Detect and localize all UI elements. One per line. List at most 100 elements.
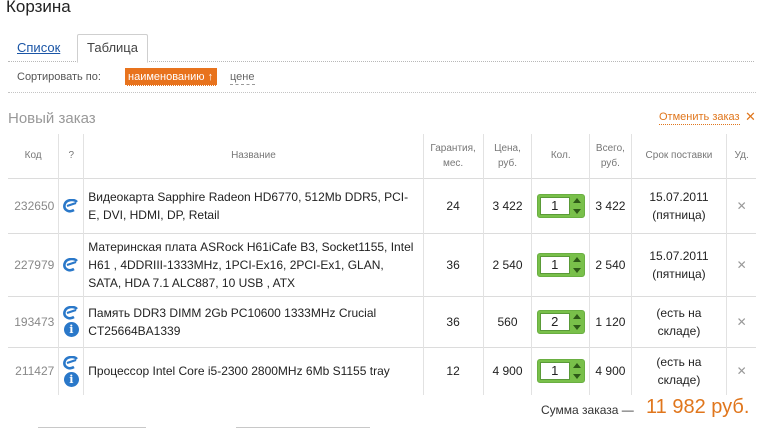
quantity-stepper[interactable]: 1	[536, 193, 585, 218]
table-row: 227979 Материнская плата ASRock H61iCafe…	[8, 232, 756, 296]
product-code: 232650	[8, 177, 59, 233]
increment-icon[interactable]	[572, 197, 581, 203]
product-code: 227979	[8, 232, 59, 296]
warranty: 36	[422, 232, 484, 296]
delivery-date: 15.07.2011 (пятница)	[630, 232, 727, 296]
decrement-icon[interactable]	[572, 208, 581, 214]
divider	[8, 92, 756, 93]
sort-label: Сортировать по:	[17, 71, 101, 83]
info-icon[interactable]: i	[63, 371, 79, 387]
qty-cell: 1	[531, 346, 590, 395]
tab-list[interactable]: Список	[17, 40, 60, 55]
delivery-date: 15.07.2011 (пятница)	[630, 177, 727, 233]
row-total: 4 900	[589, 346, 632, 395]
info-icon[interactable]: i	[63, 322, 79, 337]
cancel-order-link[interactable]: Отменить заказ	[659, 111, 740, 125]
col-price-label-1: Цена,	[494, 142, 521, 154]
quantity-value[interactable]: 1	[539, 255, 570, 274]
quantity-stepper[interactable]: 2	[536, 309, 585, 334]
delete-cell: ✕	[726, 346, 756, 395]
delivery-date: (есть на складе)	[630, 346, 727, 395]
col-q: ?	[58, 134, 84, 178]
table-row: 232650 Видеокарта Sapphire Radeon HD6770…	[8, 177, 756, 233]
delivery-line-2: складе)	[657, 373, 701, 388]
e-icon[interactable]	[63, 257, 79, 272]
product-name[interactable]: Процессор Intel Core i5-2300 2800MHz 6Mb…	[83, 346, 424, 395]
product-name[interactable]: Память DDR3 DIMM 2Gb PC10600 1333MHz Cru…	[83, 295, 424, 347]
sort-by-price-link[interactable]: цене	[230, 71, 255, 85]
col-warranty: Гарантия, мес.	[422, 134, 484, 178]
delete-icon[interactable]: ✕	[737, 315, 747, 329]
quantity-stepper[interactable]: 1	[536, 252, 585, 277]
row-total: 3 422	[589, 177, 632, 233]
delete-cell: ✕	[726, 177, 756, 233]
delete-icon[interactable]: ✕	[737, 199, 747, 213]
col-delivery: Срок поставки	[630, 134, 727, 178]
qty-cell: 1	[531, 177, 590, 233]
decrement-icon[interactable]	[572, 374, 581, 380]
delivery-line-2: (пятница)	[652, 266, 706, 281]
e-icon[interactable]	[63, 198, 79, 213]
cart-table: Код ? Название Гарантия, мес. Цена, руб. К…	[8, 134, 756, 395]
warranty: 36	[422, 295, 484, 347]
tab-table[interactable]: Таблица	[77, 34, 148, 63]
delete-icon[interactable]: ✕	[737, 258, 747, 272]
close-icon[interactable]: ✕	[745, 109, 756, 125]
price: 2 540	[482, 232, 532, 296]
row-icons: i	[58, 295, 84, 347]
product-name[interactable]: Материнская плата ASRock H61iCafe B3, So…	[83, 232, 424, 296]
product-code: 211427	[8, 346, 59, 395]
col-total: Всего, руб.	[589, 134, 632, 178]
row-icons: i	[58, 346, 84, 395]
table-row: 193473 i Память DDR3 DIMM 2Gb PC10600 13…	[8, 295, 756, 347]
warranty: 12	[422, 346, 484, 395]
increment-icon[interactable]	[572, 256, 581, 262]
order-total-label: Сумма заказа —	[541, 403, 634, 417]
button-stub[interactable]	[236, 427, 370, 429]
delete-icon[interactable]: ✕	[737, 364, 747, 378]
sort-bar: Сортировать по: наименованию ↑ цене	[0, 62, 766, 94]
increment-icon[interactable]	[572, 313, 581, 319]
row-total: 1 120	[589, 295, 632, 347]
quantity-value[interactable]: 1	[539, 196, 570, 215]
product-code: 193473	[8, 295, 59, 347]
col-price-label-2: руб.	[497, 157, 518, 169]
warranty: 24	[422, 177, 484, 233]
increment-icon[interactable]	[572, 363, 581, 369]
delivery-line-2: складе)	[657, 323, 701, 338]
sort-by-name-button[interactable]: наименованию ↑	[125, 68, 218, 86]
qty-cell: 1	[531, 232, 590, 296]
order-total-value: 11 982 руб.	[646, 396, 750, 418]
delete-cell: ✕	[726, 232, 756, 296]
page-title: Корзина	[6, 0, 71, 16]
decrement-icon[interactable]	[572, 267, 581, 273]
row-icons	[58, 177, 84, 233]
delivery-line-1: 15.07.2011	[649, 189, 709, 204]
decrement-icon[interactable]	[572, 324, 581, 330]
button-stub[interactable]	[38, 427, 146, 429]
quantity-value[interactable]: 1	[539, 362, 570, 381]
row-total: 2 540	[589, 232, 632, 296]
e-icon[interactable]	[63, 306, 79, 320]
col-qty: Кол.	[531, 134, 590, 178]
col-code: Код	[24, 150, 42, 162]
qty-cell: 2	[531, 295, 590, 347]
row-icons	[58, 232, 84, 296]
quantity-value[interactable]: 2	[539, 312, 570, 331]
order-title: Новый заказ	[8, 110, 96, 127]
col-name: Название	[83, 134, 424, 178]
price: 560	[482, 295, 532, 347]
product-name[interactable]: Видеокарта Sapphire Radeon HD6770, 512Mb…	[83, 177, 424, 233]
e-icon[interactable]	[63, 355, 79, 370]
delivery-date: (есть на складе)	[630, 295, 727, 347]
col-delete: Уд.	[726, 134, 756, 178]
col-warranty-label-2: мес.	[443, 157, 464, 169]
table-header: Код ? Название Гарантия, мес. Цена, руб. К…	[8, 134, 756, 178]
delivery-line-2: (пятница)	[652, 207, 706, 222]
quantity-stepper[interactable]: 1	[536, 359, 585, 384]
price: 4 900	[482, 346, 532, 395]
col-price: Цена, руб.	[482, 134, 532, 178]
delete-cell: ✕	[726, 295, 756, 347]
col-total-label-2: руб.	[600, 157, 620, 169]
delivery-line-1: (есть на	[656, 305, 702, 320]
